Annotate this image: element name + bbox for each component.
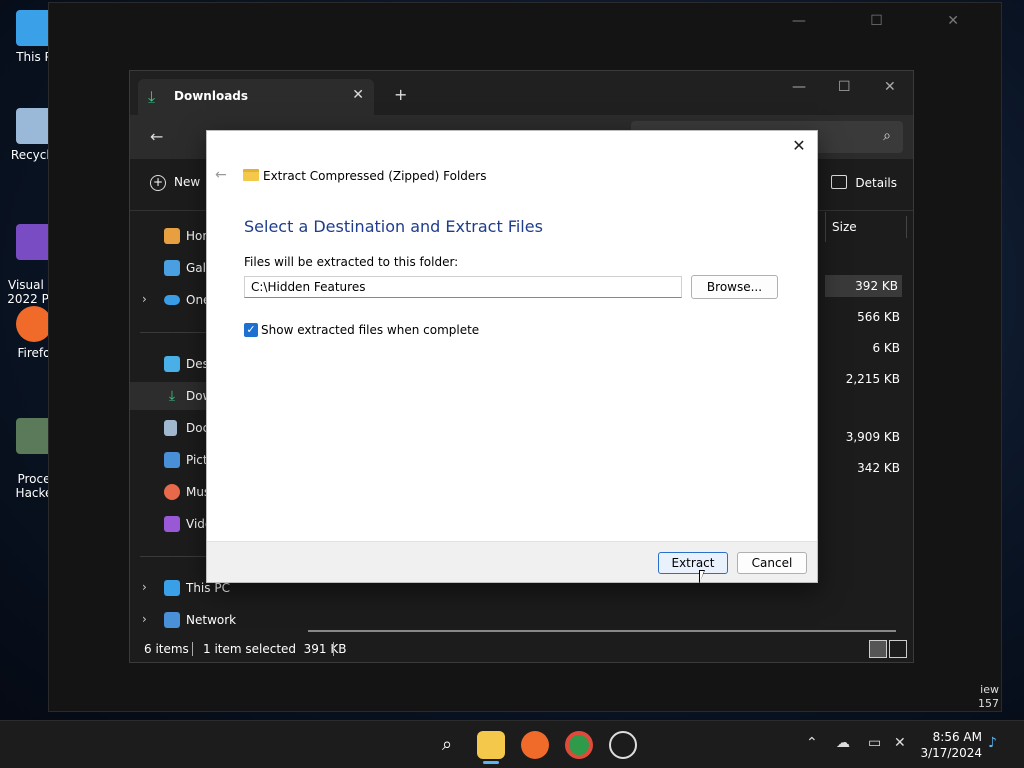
extract-button[interactable]: Extract [658,552,728,574]
network-icon [164,612,180,628]
music-icon [164,484,180,500]
clock[interactable]: 8:56 AM 3/17/2024 [920,729,982,761]
dialog-title: Extract Compressed (Zipped) Folders [263,169,487,183]
visual-studio-icon [16,224,52,260]
details-button[interactable]: Details [831,175,897,190]
onedrive-tray-icon[interactable]: ☁ [836,735,850,751]
size-column-header[interactable]: Size [825,212,907,242]
item-count: 6 items [144,642,189,656]
taskbar: ⌕ ⌃ ☁ ▭ ✕ 8:56 AM 3/17/2024 ♪ [0,720,1024,768]
firefox-icon[interactable] [521,731,549,759]
chevron-up-icon[interactable]: ⌃ [806,735,818,751]
details-label: Details [855,176,897,190]
plus-icon: + [150,175,166,191]
volume-muted-icon[interactable]: ✕ [894,735,906,751]
zip-folder-icon [243,169,259,181]
active-indicator [483,761,499,764]
chevron-right-icon[interactable]: › [142,612,147,626]
file-size[interactable]: 6 KB [820,341,900,355]
sidebar-item-label: Pict [186,453,208,467]
corner-text-2: 157 [978,697,999,710]
gallery-icon [164,260,180,276]
extract-dialog: ✕ ← Extract Compressed (Zipped) Folders … [206,130,818,583]
destination-path-input[interactable]: C:\Hidden Features [244,276,682,298]
onedrive-icon [164,295,180,305]
show-files-checkbox-label: Show extracted files when complete [261,323,480,337]
horizontal-scrollbar[interactable] [308,630,896,632]
tab-downloads[interactable]: ⤓ Downloads ✕ [138,79,374,115]
background-corner-text: iew 157 [978,683,999,711]
sidebar-item-label: Network [186,613,237,627]
network-tray-icon[interactable]: ▭ [868,735,881,751]
back-arrow-icon[interactable]: ← [150,127,163,146]
videos-icon [164,516,180,532]
sidebar-item-label: This PC [186,581,230,595]
file-size[interactable]: 392 KB [825,275,902,297]
file-size[interactable]: 342 KB [820,461,900,475]
documents-icon [164,420,177,436]
background-window-controls: — ☐ ✕ [791,13,989,29]
new-tab-icon[interactable]: + [394,85,407,104]
divider [192,642,193,656]
desktop-icon [164,356,180,372]
cancel-button[interactable]: Cancel [737,552,807,574]
tiles-view-icon[interactable] [889,640,907,658]
recycle-bin-icon [16,108,52,144]
file-size[interactable]: 3,909 KB [820,430,900,444]
pc-icon [164,580,180,596]
dell-icon[interactable] [609,731,637,759]
sidebar-item-network[interactable]: › Network [130,606,288,634]
selection-info: 1 item selected 391 KB [203,642,347,656]
pc-icon [16,10,52,46]
search-icon[interactable]: ⌕ [433,731,461,759]
firefox-icon [16,306,52,342]
chrome-icon[interactable] [565,731,593,759]
process-hacker-icon [16,418,52,454]
download-icon: ⤓ [168,388,176,404]
tab-bar: ⤓ Downloads ✕ + — ☐ ✕ [130,71,913,115]
file-size[interactable]: 566 KB [820,310,900,324]
search-icon: ⌕ [883,128,891,144]
tab-label: Downloads [174,89,249,103]
new-button[interactable]: + New [150,175,200,191]
browse-button[interactable]: Browse... [691,275,778,299]
view-switcher [867,640,907,661]
clock-time: 8:56 AM [932,730,982,744]
details-pane-icon [831,175,848,189]
pictures-icon [164,452,180,468]
download-icon: ⤓ [148,87,156,106]
divider [333,642,334,656]
folder-label: Files will be extracted to this folder: [244,255,459,269]
show-files-checkbox[interactable]: ✓ [244,323,258,337]
close-icon[interactable]: ✕ [789,137,809,157]
status-bar: 6 items 1 item selected 391 KB [130,636,913,662]
size-header-label: Size [832,220,857,234]
chevron-right-icon[interactable]: › [142,292,147,306]
tab-close-icon[interactable]: ✕ [352,87,364,103]
details-view-icon[interactable] [869,640,887,658]
minimize-icon[interactable]: — [792,79,806,95]
back-arrow-icon[interactable]: ← [215,167,227,183]
chevron-right-icon[interactable]: › [142,580,147,594]
clock-date: 3/17/2024 [920,746,982,760]
new-label: New [174,175,201,189]
file-size[interactable]: 2,215 KB [820,372,900,386]
mouse-cursor [699,570,705,584]
close-icon[interactable]: ✕ [884,79,896,95]
corner-text-1: iew [980,683,999,696]
notification-bell-icon[interactable]: ♪ [988,735,997,751]
home-icon [164,228,180,244]
file-explorer-icon[interactable] [477,731,505,759]
maximize-icon[interactable]: ☐ [838,79,851,95]
dialog-heading: Select a Destination and Extract Files [244,217,543,236]
dialog-footer: Extract Cancel [207,541,817,582]
